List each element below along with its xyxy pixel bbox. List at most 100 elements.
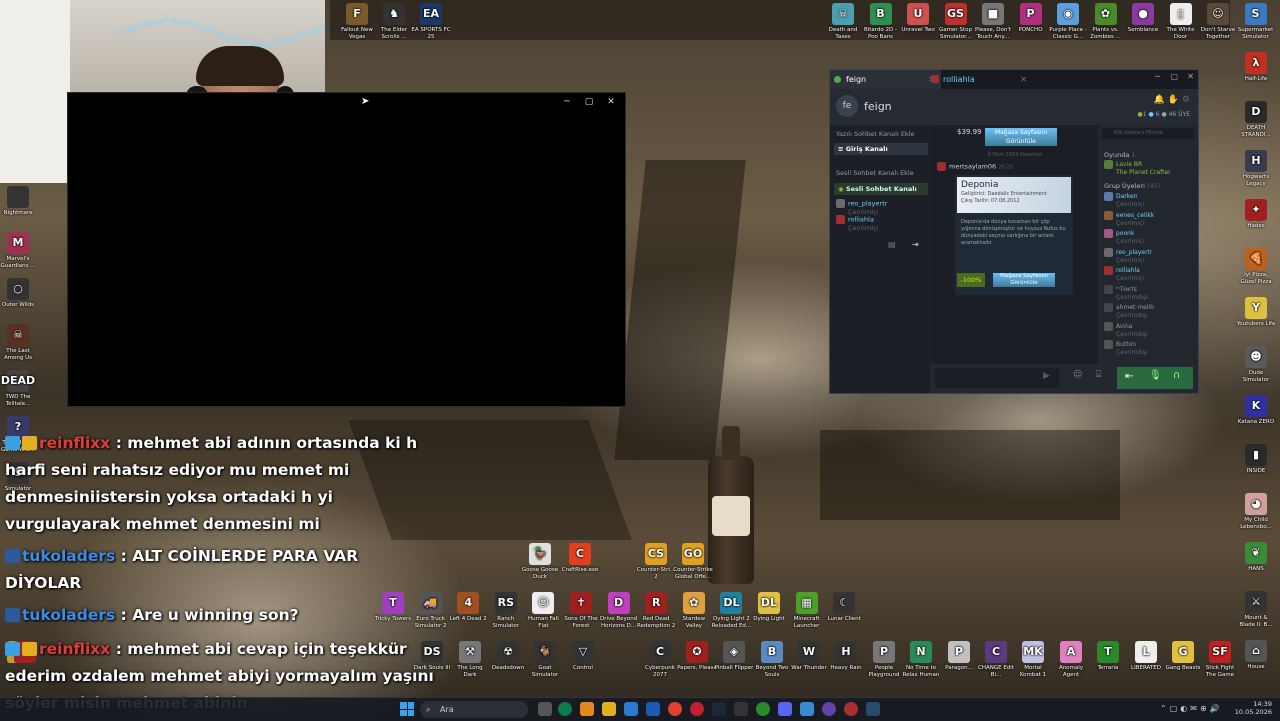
add-voice-channel-button[interactable]: Sesli Sohbet Kanalı Ekle xyxy=(836,169,914,177)
desktop-icon[interactable]: ☠ The Last Among Us xyxy=(0,324,38,361)
text-channel-item[interactable]: ≡ Giriş Kanalı xyxy=(834,143,928,155)
desktop-icon[interactable]: ◈ Pinball Flipper xyxy=(714,641,754,672)
desktop-icon[interactable]: C CraftRise.exe xyxy=(560,543,600,574)
desktop-icon[interactable]: ⌂ House xyxy=(1236,640,1276,671)
desktop-icon[interactable]: U Unravel Two xyxy=(898,3,938,34)
headset-icon[interactable]: ∩ xyxy=(1173,370,1180,381)
desktop-icon[interactable]: A Anomaly Agent xyxy=(1051,641,1091,678)
blank-window-titlebar[interactable]: ─ ▢ ✕ xyxy=(325,93,625,111)
mail-icon[interactable] xyxy=(646,702,660,716)
opera-icon[interactable] xyxy=(690,702,704,716)
chat-message-input[interactable] xyxy=(935,368,1059,388)
desktop-icon[interactable]: ✿ Plants vs. Zombies ... xyxy=(1086,3,1126,40)
desktop-icon[interactable]: CS Counter-Stri... 2 xyxy=(636,543,676,580)
desktop-icon[interactable]: DL Dying Light xyxy=(749,592,789,623)
member-list-item[interactable]: ᵐTᴏᴋᴛᴇ Çevrimdışı xyxy=(1104,284,1148,301)
voice-user[interactable]: reo_playertr Çevrimiçi xyxy=(836,199,887,216)
close-button[interactable]: ✕ xyxy=(601,95,621,109)
microphone-icon[interactable]: 🎙 xyxy=(1149,370,1162,381)
desktop-icon[interactable]: GO Counter-Strike Global Offe... xyxy=(673,543,713,580)
desktop-icon[interactable]: λ Half-Life xyxy=(1236,52,1276,83)
desktop-icon[interactable]: R Red Dead Redemption 2 xyxy=(636,592,676,629)
system-tray-icons[interactable]: ⌃▢◐✉⊕🔊 xyxy=(1160,704,1223,713)
desktop-icon[interactable]: ● Semblance xyxy=(1123,3,1163,34)
desktop-icon[interactable]: ▽ Control xyxy=(563,641,603,672)
start-button[interactable] xyxy=(400,702,414,716)
desktop-icon[interactable]: S Supermarket Simulator xyxy=(1236,3,1276,40)
attach-icon[interactable]: ⌸ xyxy=(1096,370,1101,380)
taskbar-search[interactable]: ⌕ Ara xyxy=(420,701,528,718)
desktop-icon[interactable]: ❦ HANS xyxy=(1236,542,1276,573)
desktop-icon[interactable]: 🚚 Euro Truck Simulator 2 xyxy=(411,592,451,629)
desktop-icon[interactable]: SF Stick Fight The Game xyxy=(1200,641,1240,678)
desktop-icon[interactable]: ⚔ Mount & Blade II: B... xyxy=(1236,591,1276,628)
copilot-icon[interactable] xyxy=(580,702,594,716)
desktop-icon[interactable]: Nightmare xyxy=(0,186,38,217)
discord-icon[interactable] xyxy=(778,702,792,716)
desktop-icon[interactable]: EA EA SPORTS FC 25 xyxy=(411,3,451,40)
desktop-icon[interactable]: L LIBERATED xyxy=(1126,641,1166,672)
desktop-icon[interactable]: Y Youtubers Life xyxy=(1236,297,1276,328)
leave-voice-icon[interactable]: ⇤ xyxy=(1125,371,1133,382)
taskbar-clock[interactable]: 14:39 10.05.2026 xyxy=(1235,700,1272,716)
chat-tab-rolliahla[interactable]: rolliahla ✕ xyxy=(927,70,1033,89)
desktop-icon[interactable]: ◕ My Child Lebensbo... xyxy=(1236,493,1276,530)
leave-voice-icon[interactable]: ⇥ xyxy=(912,240,919,249)
store-page-button[interactable]: Mağaza Sayfasını Görüntüle xyxy=(985,128,1057,146)
desktop-icon[interactable]: ☺ Don't Starve Together xyxy=(1198,3,1238,40)
desktop-icon[interactable]: ✪ Papers, Please xyxy=(677,641,717,672)
desktop-icon[interactable]: F Fallout New Vegas xyxy=(337,3,377,40)
member-list-item[interactable]: Button Çevrimdışı xyxy=(1104,340,1148,356)
desktop-icon[interactable]: D Drive Beyond Horizons D... xyxy=(599,592,639,629)
member-list-item[interactable]: ahmet melih Çevrimdışı xyxy=(1104,303,1154,319)
member-search-input[interactable]: Kişi ekle/ara Filtrele xyxy=(1102,128,1194,139)
desktop-icon[interactable]: B Bitardo 2D - Poo Bans xyxy=(861,3,901,40)
edge-icon[interactable] xyxy=(558,702,572,716)
desktop-icon[interactable]: ☠ Death and Taxes xyxy=(823,3,863,40)
desktop-icon[interactable]: RS Ranch Simulator xyxy=(486,592,526,629)
task-view-icon[interactable] xyxy=(538,702,552,716)
member-list-item[interactable]: poonk Çevrimiçi xyxy=(1104,229,1144,245)
desktop-icon[interactable]: M Marvel's Guardians ... xyxy=(0,232,38,269)
desktop-icon[interactable]: P Paragon... xyxy=(939,641,979,672)
steam-icon[interactable] xyxy=(712,702,726,716)
send-icon[interactable]: ▶ xyxy=(1043,371,1050,381)
tab-close-icon[interactable]: ✕ xyxy=(1020,70,1027,89)
member-list-item[interactable]: reo_playertr Çevrimiçi xyxy=(1104,247,1152,264)
desktop-icon[interactable]: T Terraria xyxy=(1088,641,1128,672)
desktop-icon[interactable]: ☢ Deadsdown xyxy=(488,641,528,672)
desktop-icon[interactable]: ✦ Hades xyxy=(1236,199,1276,230)
desktop-icon[interactable]: ♞ The Elder Scrolls ... xyxy=(374,3,414,40)
member-list-item[interactable]: Avina Çevrimdışı xyxy=(1104,321,1148,338)
chrome-icon[interactable] xyxy=(668,702,682,716)
chat-tab-feign[interactable]: feign ✕ xyxy=(830,70,941,89)
emoji-icon[interactable]: ☺ xyxy=(1073,370,1082,380)
window-close-icon[interactable]: ✕ xyxy=(1187,72,1194,81)
desktop-icon[interactable]: ⚒ The Long Dark xyxy=(450,641,490,678)
desktop-icon[interactable]: DEAD TWD The Telltale... xyxy=(0,370,38,407)
blank-window[interactable]: ─ ▢ ✕ xyxy=(67,92,626,407)
desktop-icon[interactable]: H Heavy Rain xyxy=(826,641,866,672)
desktop-icon[interactable]: 🍕 İyi Pizza, Güzel Pizza xyxy=(1236,248,1276,285)
desktop-icon[interactable]: DL Dying Light 2 Reloaded Ed... xyxy=(711,592,751,629)
desktop-icon[interactable]: ◉ Purple Place - Classic G... xyxy=(1048,3,1088,40)
desktop-icon[interactable]: D DEATH STRANDI... xyxy=(1236,101,1276,138)
member-list-item[interactable]: eenes_celikk Çevrimiçi xyxy=(1104,210,1154,227)
desktop-icon[interactable]: N No Time to Relax Human xyxy=(901,641,941,678)
epic-games-icon[interactable] xyxy=(734,702,748,716)
desktop-icon[interactable]: ■ Please, Don't Touch Any... xyxy=(973,3,1013,40)
maximize-button[interactable]: ▢ xyxy=(579,95,599,109)
app-icon[interactable] xyxy=(800,702,814,716)
window-maximize-icon[interactable]: ▢ xyxy=(1170,72,1178,81)
desktop-icon[interactable]: W War Thunder xyxy=(789,641,829,672)
desktop-icon[interactable]: P PONCHO xyxy=(1011,3,1051,34)
steam-group-chat-window[interactable]: feign ✕ rolliahla ✕ ─ ▢ ✕ fe feign 🔔 ✋ ⚙… xyxy=(829,69,1199,394)
voice-channel-item[interactable]: ◉ Sesli Sohbet Kanalı xyxy=(834,183,928,195)
desktop-icon[interactable]: K Katana ZERO xyxy=(1236,395,1276,426)
terminal-icon[interactable] xyxy=(866,702,880,716)
app-icon[interactable] xyxy=(844,702,858,716)
desktop-icon[interactable]: ☺ Human Fall Flat xyxy=(523,592,563,629)
desktop-icon[interactable]: ▦ Minecraft Launcher xyxy=(787,592,827,629)
member-list-item[interactable]: rolliahla Çevrimiçi xyxy=(1104,266,1144,282)
add-text-channel-button[interactable]: Yazılı Sohbet Kanalı Ekle xyxy=(836,130,915,138)
